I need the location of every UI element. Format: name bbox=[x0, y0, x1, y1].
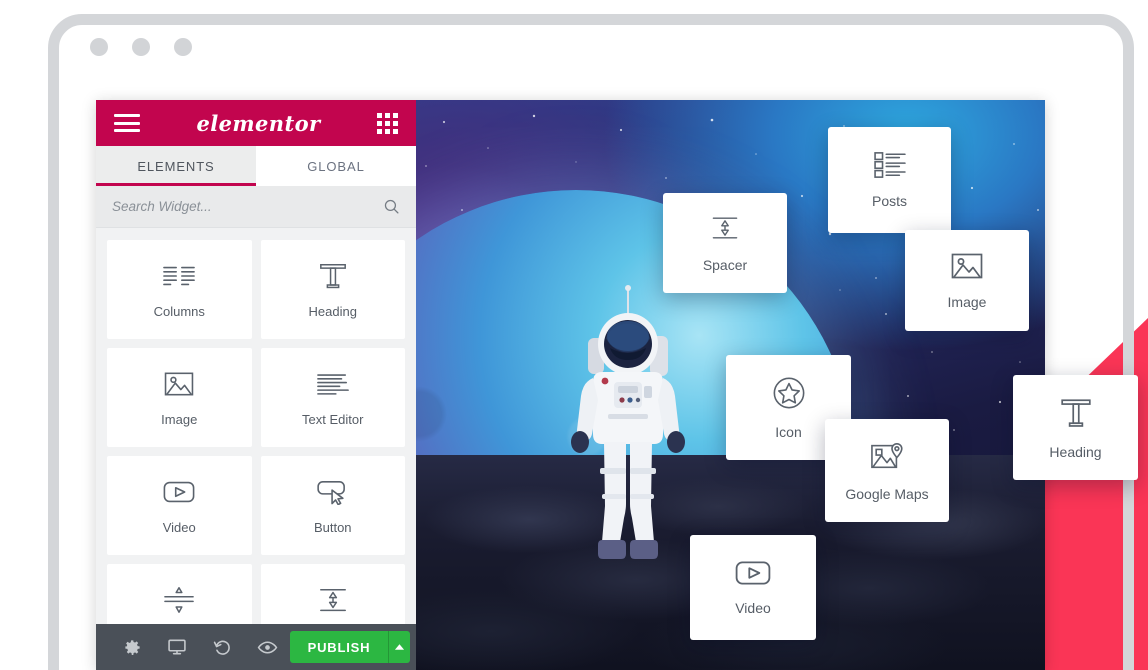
posts-list-icon bbox=[873, 151, 907, 179]
heading-t-icon bbox=[318, 261, 348, 291]
apps-grid-icon[interactable] bbox=[376, 112, 398, 134]
float-card-google-maps[interactable]: Google Maps bbox=[825, 419, 949, 522]
elementor-logo: elementor bbox=[196, 110, 321, 136]
float-card-heading[interactable]: Heading bbox=[1013, 375, 1138, 480]
publish-button[interactable]: PUBLISH bbox=[289, 631, 410, 663]
widget-label: Button bbox=[313, 519, 352, 535]
widget-card-video[interactable]: Video bbox=[107, 456, 252, 555]
button-cursor-icon bbox=[316, 477, 350, 507]
float-card-video[interactable]: Video bbox=[690, 535, 816, 640]
monitor-icon[interactable] bbox=[155, 624, 200, 670]
window-dot-close[interactable] bbox=[90, 38, 108, 56]
float-card-image[interactable]: Image bbox=[905, 230, 1029, 331]
hamburger-menu-icon[interactable] bbox=[114, 114, 140, 132]
image-icon bbox=[951, 252, 983, 280]
astronaut bbox=[571, 285, 685, 559]
widget-card-heading[interactable]: Heading bbox=[260, 240, 405, 339]
tab-elements[interactable]: ELEMENTS bbox=[96, 146, 256, 186]
widget-label: Video bbox=[735, 599, 771, 616]
columns-icon bbox=[163, 261, 196, 291]
widget-grid: Columns Heading Image Text Editor Video … bbox=[96, 228, 416, 670]
tab-global[interactable]: GLOBAL bbox=[256, 146, 416, 186]
browser-window-dots bbox=[90, 38, 192, 56]
publish-label: PUBLISH bbox=[307, 639, 371, 655]
widget-label: Heading bbox=[308, 303, 357, 319]
widget-label: Image bbox=[947, 293, 987, 310]
video-play-icon bbox=[163, 477, 195, 507]
search-icon bbox=[383, 198, 400, 215]
widget-label: Spacer bbox=[702, 257, 748, 273]
float-card-posts[interactable]: Posts bbox=[828, 127, 951, 233]
widget-label: Icon bbox=[775, 423, 802, 440]
star-circle-icon bbox=[772, 376, 806, 410]
widget-panel: elementor ELEMENTS GLOBAL Search Widget.… bbox=[96, 100, 416, 670]
google-maps-icon bbox=[870, 440, 904, 472]
eye-icon[interactable] bbox=[245, 624, 290, 670]
history-revert-icon[interactable] bbox=[200, 624, 245, 670]
image-icon bbox=[164, 369, 194, 399]
screenshot-stage: elementor ELEMENTS GLOBAL Search Widget.… bbox=[0, 0, 1148, 670]
widget-label: Google Maps bbox=[845, 485, 929, 502]
widget-label: Posts bbox=[871, 193, 907, 209]
widget-label: Heading bbox=[1049, 443, 1102, 460]
widget-label: Image bbox=[161, 411, 198, 427]
widget-card-image[interactable]: Image bbox=[107, 348, 252, 447]
search-input[interactable] bbox=[112, 199, 375, 214]
divider-icon bbox=[162, 585, 196, 615]
video-play-icon bbox=[735, 560, 771, 586]
widget-label: Video bbox=[162, 519, 196, 535]
spacer-icon bbox=[316, 585, 350, 615]
widget-card-columns[interactable]: Columns bbox=[107, 240, 252, 339]
widget-label: Text Editor bbox=[302, 411, 364, 427]
caret-up-icon[interactable] bbox=[388, 631, 410, 663]
panel-header: elementor bbox=[96, 100, 416, 146]
widget-label: Columns bbox=[153, 303, 205, 319]
spacer-icon bbox=[709, 213, 741, 243]
widget-card-button[interactable]: Button bbox=[260, 456, 405, 555]
bottom-toolbar: PUBLISH bbox=[96, 624, 416, 670]
text-editor-icon bbox=[316, 369, 349, 399]
widget-card-text-editor[interactable]: Text Editor bbox=[260, 348, 405, 447]
window-dot-maximize[interactable] bbox=[174, 38, 192, 56]
float-card-spacer[interactable]: Spacer bbox=[663, 193, 787, 293]
heading-t-icon bbox=[1059, 396, 1093, 430]
gear-icon[interactable] bbox=[110, 624, 155, 670]
search-bar bbox=[96, 186, 416, 228]
window-dot-minimize[interactable] bbox=[132, 38, 150, 56]
panel-tabs: ELEMENTS GLOBAL bbox=[96, 146, 416, 186]
